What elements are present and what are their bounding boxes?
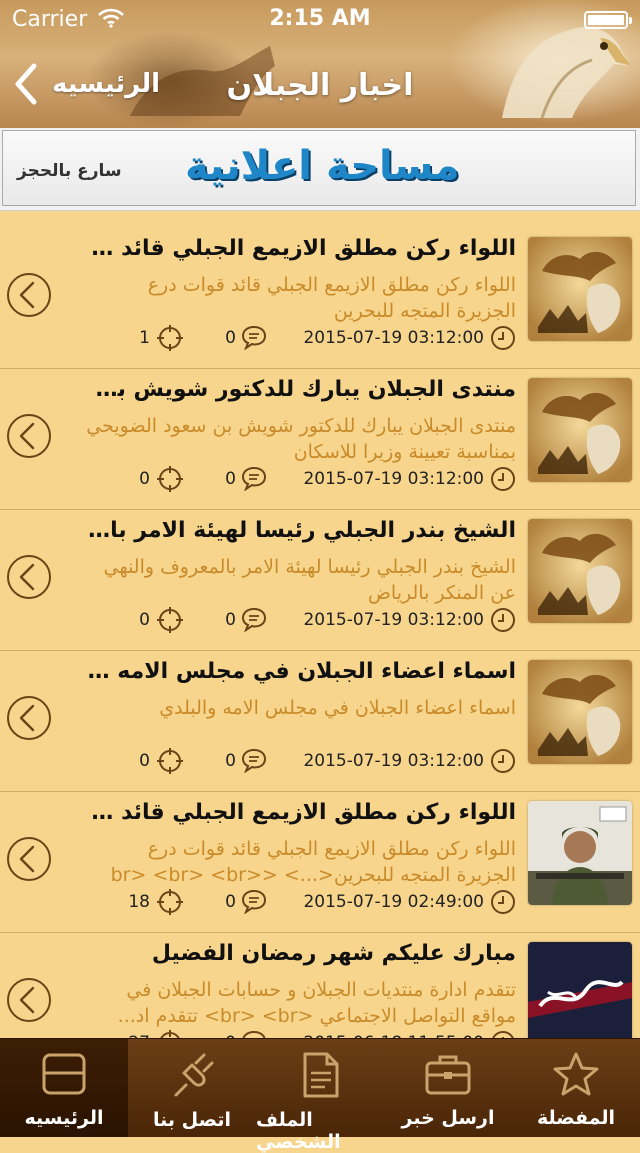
news-thumbnail: [528, 237, 632, 341]
news-item[interactable]: اسماء اعضاء الجبلان في مجلس الامه والبلـ…: [0, 651, 640, 792]
chevron-left-icon: [15, 63, 37, 105]
chevron-left-circle-icon[interactable]: [6, 413, 52, 459]
news-thumbnail: [528, 942, 632, 1046]
header: Carrier 2:15 AM الرئيسيه اخبار الجبلان: [0, 0, 640, 128]
news-description: اللواء ركن مطلق الازيمع الجبلي قائد قوات…: [147, 274, 516, 322]
news-title: اللواء ركن مطلق الازيمع الجبلي قائد قوات…: [86, 800, 516, 825]
comment-icon: [241, 889, 267, 914]
tab-home[interactable]: الرئيسيه: [0, 1039, 128, 1137]
news-thumbnail: [528, 519, 632, 623]
tab-plug[interactable]: اتصل بنا: [128, 1039, 256, 1137]
star-icon: [553, 1052, 599, 1096]
clock-icon: [491, 608, 515, 632]
news-title: الشيخ بندر الجبلي رئيسا لهيئة الامر بالم…: [86, 518, 516, 543]
ad-main-text: مساحة اعلانية: [185, 143, 460, 189]
home-icon: [42, 1053, 86, 1095]
view-count: 0: [139, 751, 150, 771]
views-icon: [157, 889, 183, 915]
tab-icon: [299, 1039, 341, 1103]
comment-count: 0: [225, 469, 236, 489]
comment-icon: [241, 607, 267, 632]
view-count: 18: [128, 892, 150, 912]
tab-label: ارسل خبر: [401, 1107, 495, 1129]
tab-label: الملف الشخصي: [256, 1109, 341, 1153]
news-description: اسماء اعضاء الجبلان في مجلس الامه والبلد…: [159, 697, 516, 719]
news-thumbnail: [528, 660, 632, 764]
clock-icon: [491, 326, 515, 350]
news-item[interactable]: اللواء ركن مطلق الازيمع الجبلي قائد قوات…: [0, 228, 640, 369]
news-title: منتدى الجبلان يبارك للدكتور شويش بن سـ..…: [86, 377, 516, 402]
news-meta: 2015-07-19 02:49:00 0 18: [76, 888, 516, 918]
tab-label: اتصل بنا: [153, 1109, 231, 1131]
status-bar: Carrier 2:15 AM: [0, 0, 640, 40]
document-icon: [303, 1052, 339, 1098]
tab-document[interactable]: الملف الشخصي: [256, 1039, 384, 1153]
news-date: 2015-07-19 03:12:00: [303, 610, 484, 630]
views-icon: [157, 607, 183, 633]
chevron-left-circle-icon[interactable]: [6, 554, 52, 600]
clock-icon: [491, 749, 515, 773]
view-count: 0: [139, 469, 150, 489]
news-list: اللواء ركن مطلق الازيمع الجبلي قائد قوات…: [0, 228, 640, 1074]
back-label: الرئيسيه: [52, 69, 161, 99]
news-item[interactable]: اللواء ركن مطلق الازيمع الجبلي قائد قوات…: [0, 792, 640, 933]
page-title: اخبار الجبلان: [226, 68, 414, 103]
news-date: 2015-07-19 03:12:00: [303, 328, 484, 348]
views-icon: [157, 325, 183, 351]
chevron-left-circle-icon[interactable]: [6, 977, 52, 1023]
views-icon: [157, 748, 183, 774]
news-title: مبارك عليكم شهر رمضان الفضيل: [151, 941, 516, 966]
comment-icon: [241, 466, 267, 491]
news-date: 2015-07-19 02:49:00: [303, 892, 484, 912]
news-description: منتدى الجبلان يبارك للدكتور شويش بن سعود…: [86, 415, 516, 463]
comment-count: 0: [225, 610, 236, 630]
news-description: الشيخ بندر الجبلي رئيسا لهيئة الامر بالم…: [103, 556, 516, 604]
comment-count: 0: [225, 751, 236, 771]
news-item[interactable]: الشيخ بندر الجبلي رئيسا لهيئة الامر بالم…: [0, 510, 640, 651]
tab-icon: [552, 1039, 600, 1101]
clock-icon: [491, 890, 515, 914]
ad-banner[interactable]: سارع بالحجز مساحة اعلانية: [0, 128, 640, 211]
view-count: 0: [139, 610, 150, 630]
comment-icon: [241, 325, 267, 350]
tab-icon: [423, 1039, 473, 1101]
news-date: 2015-07-19 03:12:00: [303, 751, 484, 771]
news-description: تتقدم ادارة منتديات الجبلان و حسابات الج…: [117, 979, 516, 1027]
news-title: اسماء اعضاء الجبلان في مجلس الامه والبلـ…: [86, 659, 516, 684]
chevron-left-circle-icon[interactable]: [6, 836, 52, 882]
news-meta: 2015-07-19 03:12:00 0 1: [76, 324, 516, 354]
views-icon: [157, 466, 183, 492]
briefcase-icon: [425, 1055, 471, 1095]
status-time: 2:15 AM: [269, 6, 371, 31]
ad-subtext: سارع بالحجز: [17, 161, 122, 181]
view-count: 1: [139, 328, 150, 348]
plug-icon: [174, 1053, 214, 1097]
news-date: 2015-07-19 03:12:00: [303, 469, 484, 489]
tab-star[interactable]: المفضلة: [512, 1039, 640, 1137]
tab-briefcase[interactable]: ارسل خبر: [384, 1039, 512, 1137]
news-thumbnail: [528, 378, 632, 482]
tab-icon: [40, 1039, 88, 1101]
battery-icon: [584, 11, 632, 29]
tab-bar: المفضلة ارسل خبر الملف الشخصي اتصل بنا ا…: [0, 1038, 640, 1153]
comment-icon: [241, 748, 267, 773]
news-item[interactable]: منتدى الجبلان يبارك للدكتور شويش بن سـ..…: [0, 369, 640, 510]
back-button[interactable]: الرئيسيه: [14, 58, 160, 110]
tab-label: المفضلة: [536, 1107, 616, 1129]
news-thumbnail: [528, 801, 632, 905]
tab-label: الرئيسيه: [24, 1107, 104, 1129]
comment-count: 0: [225, 892, 236, 912]
ad-frame: سارع بالحجز مساحة اعلانية: [2, 130, 636, 206]
news-meta: 2015-07-19 03:12:00 0 0: [76, 465, 516, 495]
news-meta: 2015-07-19 03:12:00 0 0: [76, 606, 516, 636]
tab-icon: [168, 1039, 216, 1103]
comment-count: 0: [225, 328, 236, 348]
news-title: اللواء ركن مطلق الازيمع الجبلي قائد قوات…: [86, 236, 516, 261]
chevron-left-circle-icon[interactable]: [6, 272, 52, 318]
chevron-left-circle-icon[interactable]: [6, 695, 52, 741]
news-meta: 2015-07-19 03:12:00 0 0: [76, 747, 516, 777]
clock-icon: [491, 467, 515, 491]
news-description: اللواء ركن مطلق الازيمع الجبلي قائد قوات…: [110, 838, 516, 886]
